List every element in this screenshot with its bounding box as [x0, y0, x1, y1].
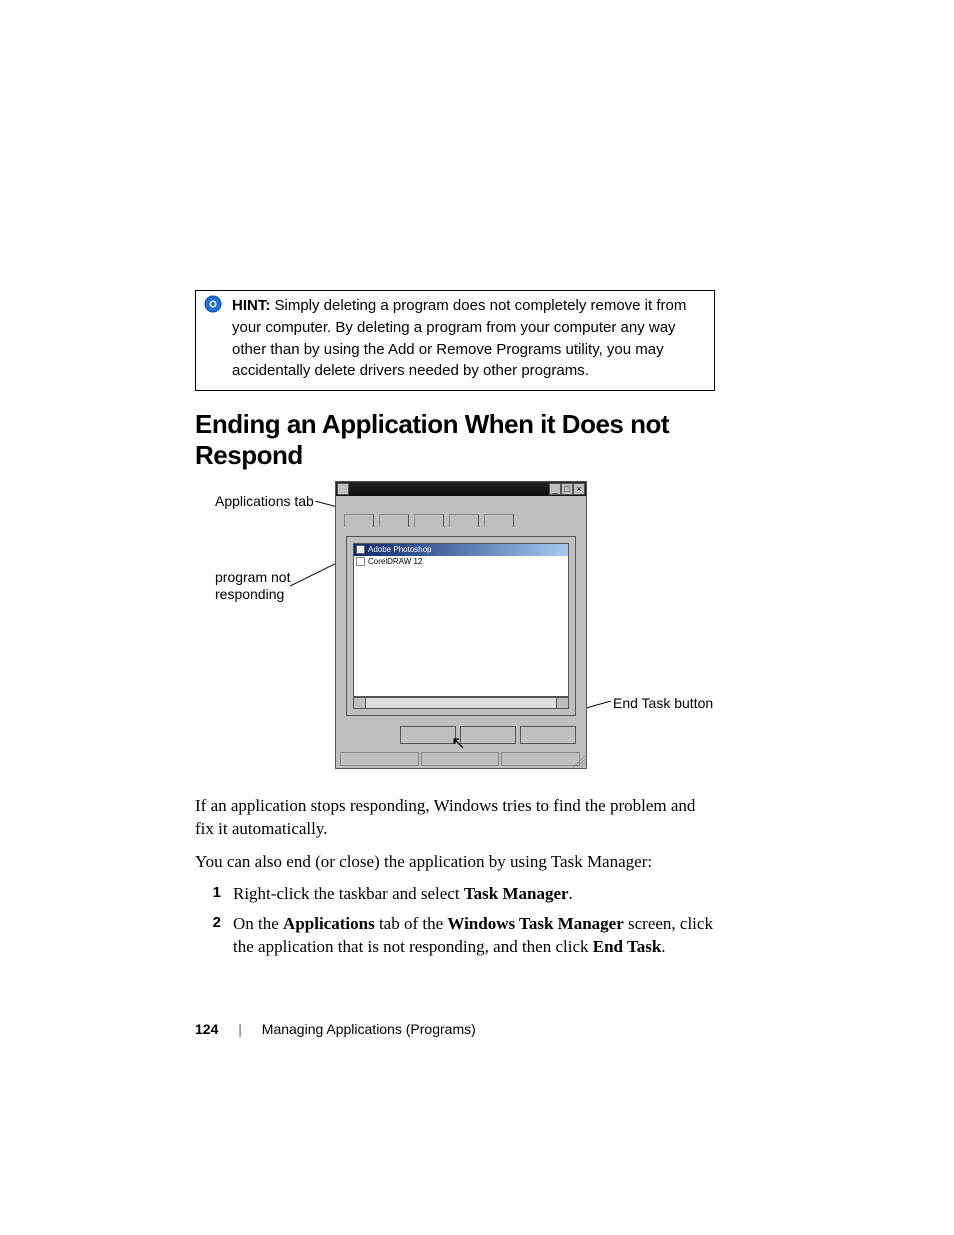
tab-performance[interactable]: [414, 514, 444, 527]
applications-list[interactable]: Adobe Photoshop CorelDRAW 12: [353, 543, 569, 697]
list-item-label: Adobe Photoshop: [368, 545, 432, 554]
client-area: Adobe Photoshop CorelDRAW 12: [346, 536, 576, 716]
close-button[interactable]: ×: [573, 483, 585, 495]
tab-users[interactable]: [484, 514, 514, 527]
cursor-icon: ↖: [451, 734, 466, 752]
minimize-button[interactable]: _: [549, 483, 561, 495]
hint-text: HINT: Simply deleting a program does not…: [232, 295, 706, 382]
hint-body: Simply deleting a program does not compl…: [232, 297, 686, 379]
step-number: 1: [195, 882, 221, 906]
hint-box: HINT: Simply deleting a program does not…: [195, 290, 715, 391]
step-text: On the Applications tab of the Windows T…: [233, 912, 715, 960]
task-manager-window: _ □ × Adobe Photoshop: [335, 481, 587, 769]
system-menu-icon[interactable]: [337, 483, 349, 495]
paragraph: If an application stops responding, Wind…: [195, 795, 715, 841]
status-cell: [501, 752, 580, 766]
app-icon: [356, 545, 365, 554]
end-task-button[interactable]: [400, 726, 456, 744]
page-number: 124: [195, 1021, 218, 1037]
tab-applications[interactable]: [344, 514, 374, 527]
step-list: 1 Right-click the taskbar and select Tas…: [195, 882, 715, 959]
callout-applications-tab: Applications tab: [215, 493, 314, 510]
menu-bar[interactable]: [336, 496, 586, 510]
chapter-title: Managing Applications (Programs): [262, 1021, 476, 1037]
section-heading: Ending an Application When it Does not R…: [195, 409, 715, 471]
scroll-right-icon[interactable]: [556, 698, 568, 708]
status-cell: [421, 752, 500, 766]
figure-area: Applications tab program not responding …: [195, 481, 715, 781]
scroll-left-icon[interactable]: [354, 698, 366, 708]
hint-label: HINT:: [232, 297, 270, 314]
app-icon: [356, 557, 365, 566]
new-task-button[interactable]: [520, 726, 576, 744]
title-bar[interactable]: _ □ ×: [336, 482, 586, 496]
paragraph: You can also end (or close) the applicat…: [195, 851, 715, 874]
tab-processes[interactable]: [379, 514, 409, 527]
hint-icon: [204, 295, 224, 320]
switch-to-button[interactable]: [460, 726, 516, 744]
page-footer: 124 | Managing Applications (Programs): [195, 1021, 476, 1037]
list-item[interactable]: Adobe Photoshop: [354, 544, 568, 556]
resize-grip-icon[interactable]: [573, 755, 585, 767]
status-cell: [340, 752, 419, 766]
tab-strip: [336, 514, 586, 528]
maximize-button[interactable]: □: [561, 483, 573, 495]
step-item: 2 On the Applications tab of the Windows…: [195, 912, 715, 960]
step-item: 1 Right-click the taskbar and select Tas…: [195, 882, 715, 906]
step-number: 2: [195, 912, 221, 960]
list-item[interactable]: CorelDRAW 12: [354, 556, 568, 568]
horizontal-scrollbar[interactable]: [353, 697, 569, 709]
tab-networking[interactable]: [449, 514, 479, 527]
list-item-label: CorelDRAW 12: [368, 557, 422, 566]
step-text: Right-click the taskbar and select Task …: [233, 882, 715, 906]
callout-end-task-button: End Task button: [613, 695, 713, 712]
status-bar: [340, 752, 582, 766]
footer-separator: |: [238, 1021, 242, 1037]
